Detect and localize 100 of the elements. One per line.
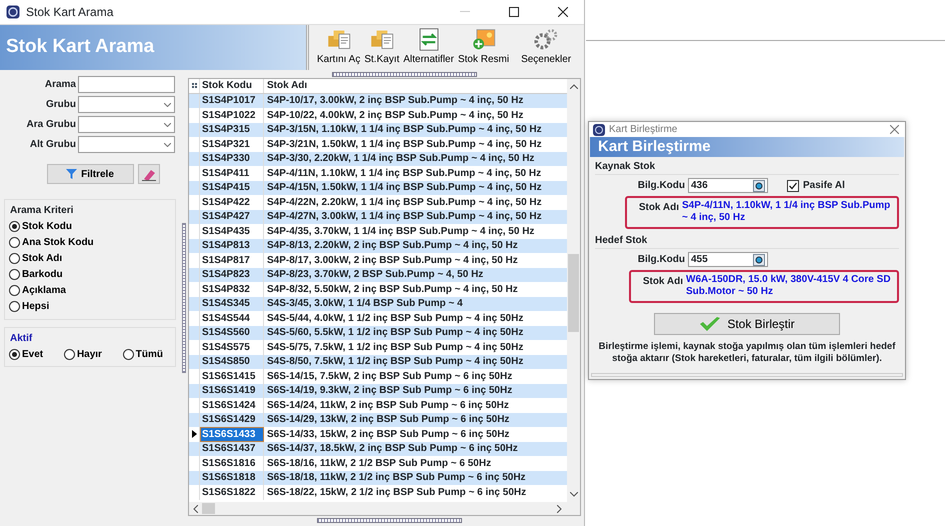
filter-button[interactable]: Filtrele xyxy=(46,164,134,184)
table-cell[interactable]: S4P-8/32, 5.50kW, 2 inç BSP Sub.Pump ~ 4 inç, 50 Hz xyxy=(264,282,567,296)
radio-option[interactable]: Stok Adı xyxy=(9,250,171,266)
table-cell[interactable]: S1S4S850 xyxy=(200,354,264,369)
field-label: Stok Adı xyxy=(638,201,679,215)
header-title: Stok Kart Arama xyxy=(0,25,306,70)
table-cell[interactable]: S4P-3/30, 2.20kW, 1 1/4 inç BSP Sub.Pump ~ 4 inç, 50 Hz xyxy=(264,152,567,166)
table-cell[interactable]: S4P-4/11N, 1.10kW, 1 1/4 inç BSP Sub.Pump ~ 4 inç, 50 Hz xyxy=(264,166,567,180)
dropdown[interactable] xyxy=(78,96,175,113)
merge-button[interactable]: Stok Birleştir xyxy=(654,313,840,335)
info-text: Birleştirme işlemi, kaynak stoğa yapılmış olan tüm işlemleri hedef stoğa aktarır (Stok hareketleri, faturalar, tüm ilgili bölümler). xyxy=(598,340,896,365)
table-cell[interactable]: S1S4S345 xyxy=(200,296,264,311)
table-cell[interactable]: S4P-10/22, 4.00kW, 2 inç BSP Sub.Pump ~ 4 inç, 50 Hz xyxy=(264,108,567,122)
radio-option[interactable]: Stok Kodu xyxy=(9,218,171,234)
field-label: Alt Grubu xyxy=(28,138,76,152)
splitter-handle[interactable] xyxy=(182,223,186,373)
table-cell[interactable]: S1S4P813 xyxy=(200,238,264,253)
radio-option[interactable]: Tümü xyxy=(122,346,163,362)
window-title: Stok Kart Arama xyxy=(26,4,114,21)
table-cell[interactable]: S1S6S1437 xyxy=(200,442,264,456)
toolbar-button[interactable]: Stok Resmi xyxy=(456,25,512,70)
table-cell[interactable]: S4S-5/60, 5.5kW, 1 1/2 inç BSP Sub Pump ~ 4 inç 50Hz xyxy=(264,326,567,340)
table-cell[interactable]: S4P-8/17, 3.00kW, 2 inç BSP Sub.Pump ~ 4 inç, 50 Hz xyxy=(264,253,567,268)
table-cell[interactable]: S4P-8/13, 2.20kW, 2 inç BSP Sub.Pump ~ 4 inç, 50 Hz xyxy=(264,238,567,253)
checkbox[interactable]: Pasife Al xyxy=(787,178,845,193)
table-cell[interactable]: S4P-3/15N, 1.10kW, 1 1/4 inç BSP Sub.Pump ~ 4 inç, 50 Hz xyxy=(264,122,567,137)
column-header[interactable]: Stok Kodu xyxy=(200,79,264,92)
scrollbar-thumb[interactable] xyxy=(568,254,579,332)
table-cell[interactable]: S1S6S1419 xyxy=(200,384,264,398)
table-cell[interactable]: S6S-14/19, 9.3kW, 2 inç BSP Sub Pump ~ 6 inç 50Hz xyxy=(264,384,567,398)
table-cell[interactable]: S4P-4/15N, 1.50kW, 1 1/4 inç BSP Sub.Pump ~ 4 inç, 50 Hz xyxy=(264,180,567,195)
toolbar-button[interactable]: Seçenekler xyxy=(519,25,574,70)
table-cell[interactable]: S1S4S560 xyxy=(200,326,264,340)
table-cell[interactable]: S4S-5/75, 7.5kW, 1 1/2 inç BSP Sub Pump ~ 4 inç 50Hz xyxy=(264,340,567,354)
input-field[interactable]: 436 xyxy=(688,178,768,193)
field-label: Arama xyxy=(44,78,76,92)
filter-icon xyxy=(66,169,78,179)
table-cell[interactable]: S4P-4/22N, 2.20kW, 1 1/4 inç BSP Sub.Pump ~ 4 inç, 50 Hz xyxy=(264,195,567,210)
input-field[interactable] xyxy=(78,76,175,93)
grip-icon xyxy=(192,83,196,88)
splitter-handle[interactable] xyxy=(332,72,477,77)
eraser-button[interactable] xyxy=(138,164,160,184)
table-cell[interactable]: S4P-10/17, 3.00kW, 2 inç BSP Sub.Pump ~ 4 inç, 50 Hz xyxy=(264,94,567,108)
radio-option[interactable]: Hepsi xyxy=(9,298,171,314)
table-cell[interactable]: S6S-14/24, 11kW, 2 inç BSP Sub Pump ~ 6 inç 50Hz xyxy=(264,398,567,412)
table-cell[interactable]: S4P-4/27N, 3.00kW, 1 1/4 inç BSP Sub.Pump ~ 4 inç, 50 Hz xyxy=(264,210,567,224)
field-label: Bilg.Kodu xyxy=(636,253,685,267)
radio-option[interactable]: Evet xyxy=(9,346,44,362)
table-cell[interactable]: S4S-3/45, 3.0kW, 1 1/4 BSP Sub Pump ~ 4 xyxy=(264,296,567,311)
radio-option[interactable]: Barkodu xyxy=(9,266,171,282)
table-cell[interactable]: S4S-5/44, 4.0kW, 1 1/2 inç BSP Sub Pump ~ 4 inç 50Hz xyxy=(264,311,567,326)
table-cell[interactable]: S1S6S1822 xyxy=(200,485,264,500)
table-cell[interactable]: S6S-14/37, 18.5kW, 2 inç BSP Sub Pump ~ 6 inç 50Hz xyxy=(264,442,567,456)
section-title: Hedef Stok xyxy=(595,233,899,249)
radio-option[interactable]: Açıklama xyxy=(9,282,171,298)
table-cell[interactable]: S4S-8/50, 7.5kW, 1 1/2 inç BSP Sub Pump ~ 4 inç 50Hz xyxy=(264,354,567,369)
table-cell[interactable]: S1S4P330 xyxy=(200,152,264,166)
field-label: Stok Adı xyxy=(642,275,683,289)
table-cell[interactable]: S1S4P427 xyxy=(200,210,264,224)
dropdown[interactable] xyxy=(78,116,175,133)
scrollbar[interactable] xyxy=(189,502,580,515)
toolbar-button[interactable]: Kartını Aç xyxy=(315,25,362,70)
table-cell[interactable]: S6S-18/18, 11kW, 2 1/2 inç BSP Sub Pump ~ 6 inç 50Hz xyxy=(264,470,567,485)
radio-option[interactable]: Hayır xyxy=(64,346,102,362)
chevron-down-icon xyxy=(164,142,171,146)
table-cell[interactable]: S1S4P823 xyxy=(200,268,264,282)
table-cell[interactable]: S4P-3/21N, 1.50kW, 1 1/4 inç BSP Sub.Pump ~ 4 inç, 50 Hz xyxy=(264,137,567,152)
column-header[interactable]: Stok Adı xyxy=(264,79,567,92)
scroll-down-icon[interactable] xyxy=(570,492,578,497)
search-icon[interactable] xyxy=(753,180,765,192)
table-cell[interactable]: S1S4P415 xyxy=(200,180,264,195)
scroll-right-icon[interactable] xyxy=(557,504,562,512)
table-cell[interactable]: S6S-14/33, 15kW, 2 inç BSP Sub Pump ~ 6 inç 50Hz xyxy=(264,427,567,442)
table-cell[interactable]: S6S-18/16, 11kW, 2 1/2 BSP Sub Pump ~ 6 50Hz xyxy=(264,456,567,470)
field-label: Bilg.Kodu xyxy=(636,179,685,193)
radio-option[interactable]: Ana Stok Kodu xyxy=(9,234,171,250)
scrollbar[interactable] xyxy=(567,79,580,502)
close-icon[interactable] xyxy=(558,7,568,17)
checkbox-label: Pasife Al xyxy=(803,179,845,193)
table-cell[interactable]: S1S6S1433 xyxy=(200,427,264,442)
table-cell[interactable]: S1S4P315 xyxy=(200,122,264,137)
table-cell[interactable]: S1S6S1818 xyxy=(200,470,264,485)
table-cell[interactable]: S6S-14/29, 13kW, 2 inç BSP Sub Pump ~ 6 inç 50Hz xyxy=(264,412,567,427)
scrollbar-thumb[interactable] xyxy=(202,503,215,514)
dialog-title: Kart Birleştirme xyxy=(609,123,678,137)
table-cell[interactable]: S4P-4/35, 3.70kW, 1 1/4 inç BSP Sub.Pump ~ 4 inç, 50 Hz xyxy=(264,224,567,238)
input-field[interactable]: 455 xyxy=(688,252,768,267)
toolbar-button[interactable]: St.Kayıt xyxy=(362,25,402,70)
toolbar-button[interactable]: Alternatifler xyxy=(401,25,456,70)
splitter-handle[interactable] xyxy=(317,518,462,523)
table-cell[interactable]: S6S-18/22, 15kW, 2 1/2 inç BSP Sub Pump ~ 6 inç 50Hz xyxy=(264,485,567,500)
table-cell[interactable]: S4P-8/23, 3.70kW, 2 BSP Sub.Pump ~ 4, 50 Hz xyxy=(264,268,567,282)
table-cell[interactable]: S6S-14/15, 7.5kW, 2 inç BSP Sub Pump ~ 6 inç 50Hz xyxy=(264,369,567,384)
maximize-icon[interactable] xyxy=(508,7,518,17)
scroll-up-icon[interactable] xyxy=(570,84,578,89)
table-cell[interactable]: S1S4P1017 xyxy=(200,94,264,108)
search-icon[interactable] xyxy=(753,254,765,266)
dropdown[interactable] xyxy=(78,136,175,153)
dialog-header: Kart Birleştirme xyxy=(590,137,904,157)
scroll-left-icon[interactable] xyxy=(193,504,198,512)
